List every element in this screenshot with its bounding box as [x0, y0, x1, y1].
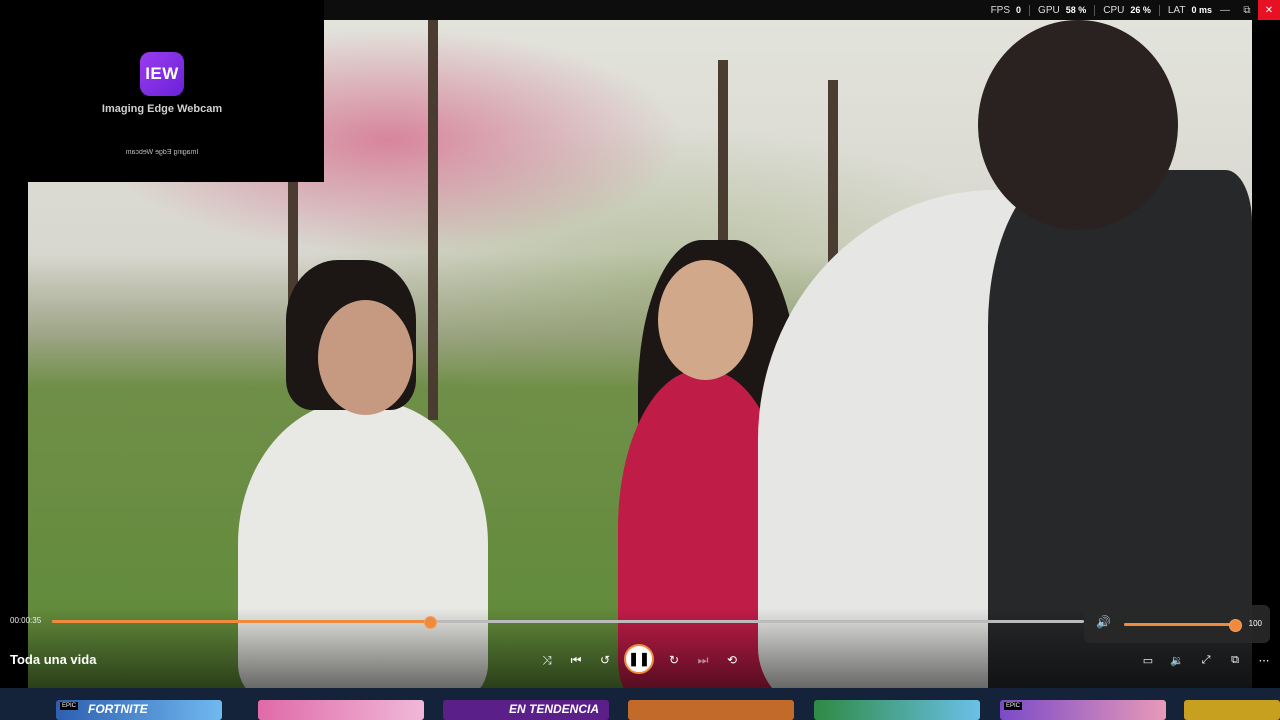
tile-badge: EPIC	[1004, 702, 1023, 710]
skip-next-icon: ⏭	[697, 652, 709, 667]
volume-slider-fill	[1124, 623, 1234, 626]
rewind-button[interactable]: ↺	[595, 650, 615, 670]
shuffle-button[interactable]: ⤨	[537, 650, 557, 670]
cast-button[interactable]: ⧉	[1226, 652, 1244, 668]
window-controls: — ⧉ ✕	[1214, 0, 1280, 20]
fps-value: 0	[1016, 5, 1022, 15]
more-icon: ⋯	[1258, 654, 1270, 667]
miniplayer-icon: ▭	[1142, 654, 1154, 667]
volume-button[interactable]: 🔉	[1168, 652, 1186, 668]
tile-trending[interactable]: EN TENDENCIA	[443, 700, 609, 720]
miniplayer-button[interactable]: ▭	[1139, 652, 1157, 668]
lat-label: LAT	[1167, 4, 1186, 16]
gpu-value: 58 %	[1065, 5, 1087, 15]
app-logo-text: IEW	[145, 64, 179, 83]
repeat-button[interactable]: ⟲	[722, 650, 742, 670]
tile-badge: EPIC	[60, 702, 79, 710]
top-bar: FPS 0 GPU 58 % CPU 26 % LAT 0 ms — ⧉ ✕	[324, 0, 1280, 20]
cpu-value: 26 %	[1130, 5, 1151, 15]
volume-icon[interactable]: 🔊	[1096, 615, 1111, 629]
media-title: Toda una vida	[10, 652, 97, 667]
restore-button[interactable]: ⧉	[1236, 0, 1258, 20]
seek-bar-thumb[interactable]	[423, 616, 437, 629]
tile[interactable]	[258, 700, 424, 720]
volume-icon: 🔉	[1170, 654, 1184, 667]
cast-icon: ⧉	[1231, 653, 1239, 666]
face	[658, 260, 753, 380]
app-logo: IEW	[140, 52, 184, 96]
shuffle-icon: ⤨	[542, 652, 552, 667]
background-strip: EPIC FORTNITE EN TENDENCIA EPIC	[0, 688, 1280, 720]
play-pause-button[interactable]: ❚❚	[624, 644, 654, 674]
tile-label: FORTNITE	[88, 702, 148, 716]
fullscreen-icon: ⤢	[1201, 653, 1211, 666]
tile[interactable]: EPIC	[1000, 700, 1166, 720]
repeat-off-icon: ⟲	[726, 653, 738, 667]
cpu-label: CPU	[1103, 4, 1125, 16]
skip-previous-icon: ⏮	[570, 652, 582, 667]
fullscreen-button[interactable]: ⤢	[1197, 652, 1215, 668]
lat-stat: LAT 0 ms	[1158, 4, 1220, 16]
more-options-button[interactable]: ⋯	[1255, 652, 1273, 668]
face	[318, 300, 413, 415]
gpu-label: GPU	[1038, 4, 1060, 16]
volume-slider[interactable]	[1124, 619, 1242, 632]
tile[interactable]	[1184, 700, 1280, 720]
current-time: 00:00:35	[10, 616, 42, 625]
lat-value: 0 ms	[1191, 5, 1212, 15]
fps-stat: FPS 0	[983, 5, 1029, 16]
fps-label: FPS	[990, 4, 1011, 16]
app-name: Imaging Edge Webcam	[101, 103, 223, 115]
forward-30-icon: ↻	[668, 653, 680, 667]
volume-value: 100	[1248, 619, 1262, 628]
minimize-button[interactable]: —	[1214, 0, 1236, 20]
previous-button[interactable]: ⏮	[566, 650, 586, 670]
seek-bar-fill	[52, 620, 429, 623]
next-button[interactable]: ⏭	[693, 650, 713, 670]
head	[978, 20, 1178, 230]
tree-trunk	[428, 20, 438, 420]
app-overlay-panel: IEW Imaging Edge Webcam Imaging Edge Web…	[0, 0, 324, 182]
volume-slider-thumb[interactable]	[1228, 619, 1242, 632]
tile[interactable]	[628, 700, 794, 720]
volume-popup: 🔊 100	[1084, 605, 1270, 643]
app-name-mirrored: Imaging Edge Webcam	[125, 149, 199, 156]
performance-stats: FPS 0 GPU 58 % CPU 26 % LAT 0 ms	[983, 0, 1220, 20]
forward-button[interactable]: ↻	[664, 650, 684, 670]
pause-icon: ❚❚	[628, 651, 650, 666]
gpu-stat: GPU 58 %	[1029, 4, 1094, 16]
tile[interactable]	[814, 700, 980, 720]
close-button[interactable]: ✕	[1258, 0, 1280, 20]
rewind-10-icon: ↺	[599, 653, 611, 667]
cpu-stat: CPU 26 %	[1094, 4, 1159, 16]
seek-bar[interactable]	[52, 616, 1084, 629]
tile-fortnite[interactable]: EPIC FORTNITE	[56, 700, 222, 720]
tile-label: EN TENDENCIA	[509, 702, 600, 716]
